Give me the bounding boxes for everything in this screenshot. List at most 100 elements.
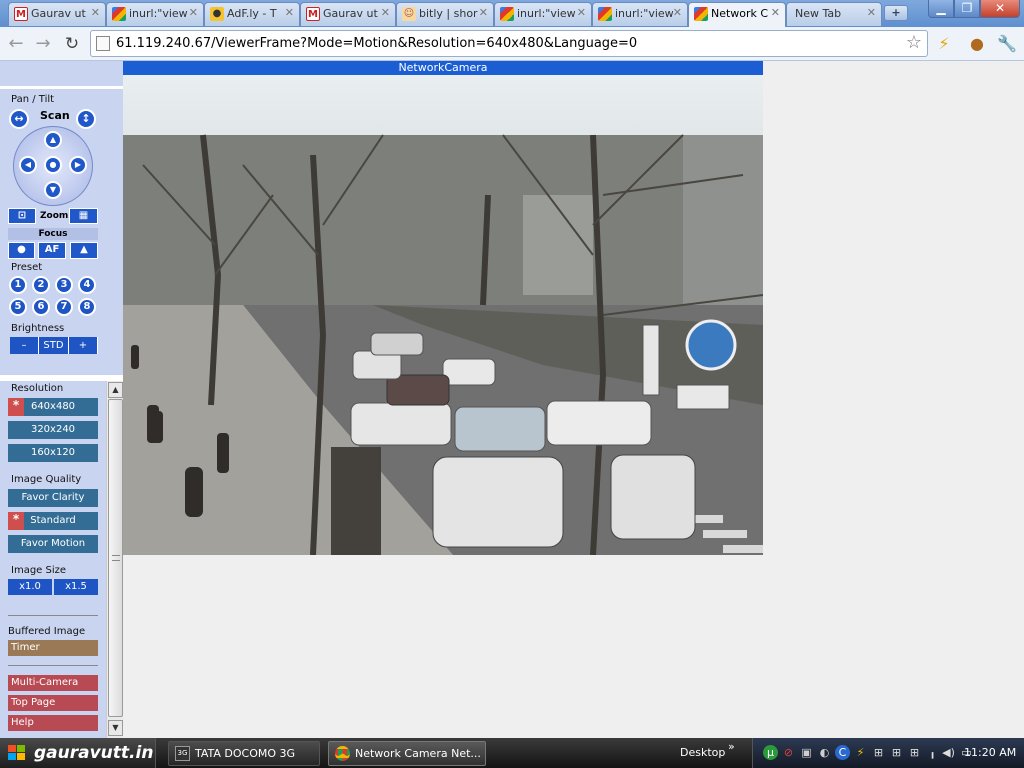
preset-button-6[interactable]: 6 <box>32 298 50 316</box>
reload-icon[interactable]: ↻ <box>61 33 83 55</box>
divider-line <box>8 665 98 666</box>
pan-right-button[interactable]: ▶ <box>69 156 87 174</box>
vertical-scan-icon[interactable]: ↕ <box>76 109 96 129</box>
focus-near-person-icon[interactable]: ● <box>8 242 35 259</box>
tab-close-icon[interactable]: ✕ <box>479 6 488 19</box>
brightness-standard-button[interactable]: STD <box>39 337 69 354</box>
preset-button-4[interactable]: 4 <box>78 276 96 294</box>
ccleaner-icon[interactable]: C <box>835 745 850 760</box>
standard-quality-button[interactable]: * Standard <box>8 512 98 530</box>
scroll-down-arrow-icon[interactable]: ▼ <box>108 720 123 736</box>
tab-close-icon[interactable]: ✕ <box>673 6 682 19</box>
image-size-1x-button[interactable]: x1.0 <box>8 579 52 595</box>
grip-icon <box>112 555 120 561</box>
lightning-extension-icon[interactable]: ⚡ <box>933 33 955 55</box>
home-position-button[interactable]: ● <box>44 156 62 174</box>
system-clock[interactable]: 11:20 AM <box>964 738 1016 768</box>
brightness-decrease-button[interactable]: – <box>10 337 39 354</box>
favor-motion-button[interactable]: Favor Motion <box>8 535 98 553</box>
brightness-increase-button[interactable]: + <box>69 337 98 354</box>
autofocus-button[interactable]: AF <box>38 242 66 259</box>
bookmark-star-icon[interactable]: ☆ <box>906 32 922 53</box>
taskbar-item-network-camera[interactable]: Network Camera Net... <box>328 741 486 766</box>
chevron-right-icon[interactable]: » <box>728 740 735 753</box>
wrench-menu-icon[interactable]: 🔧 <box>996 33 1018 55</box>
maximize-button[interactable]: ❐ <box>954 0 980 18</box>
help-link[interactable]: Help <box>8 715 98 731</box>
utorrent-icon[interactable]: μ <box>763 745 778 760</box>
horizontal-scan-icon[interactable]: ↔ <box>9 109 29 129</box>
panel-scrollbar[interactable]: ▲ ▼ <box>106 381 123 738</box>
preset-button-1[interactable]: 1 <box>9 276 27 294</box>
stop-tray-icon[interactable]: ⊘ <box>781 745 796 760</box>
zoom-tele-button[interactable]: ▦ <box>69 208 98 224</box>
back-arrow-icon[interactable]: ← <box>5 33 27 55</box>
shield-tray-icon[interactable]: ◐ <box>817 745 832 760</box>
tab-close-icon[interactable]: ✕ <box>189 6 198 19</box>
tab-close-icon[interactable]: ✕ <box>771 6 780 19</box>
windows-taskbar: gauravutt.in 3G TATA DOCOMO 3G Network C… <box>0 738 1024 768</box>
preset-button-3[interactable]: 3 <box>55 276 73 294</box>
scan-label: Scan <box>40 109 70 122</box>
desktop-toolbar-label[interactable]: Desktop <box>680 738 725 768</box>
tab-close-icon[interactable]: ✕ <box>577 6 586 19</box>
tab-gmail-1[interactable]: M Gaurav ut ✕ <box>8 2 106 26</box>
tab-new-tab[interactable]: New Tab ✕ <box>786 2 882 26</box>
scrollbar-thumb[interactable] <box>108 399 123 717</box>
app-tray-icon[interactable]: ▣ <box>799 745 814 760</box>
new-tab-button[interactable]: + <box>884 5 908 21</box>
zoom-wide-button[interactable]: ⊡ <box>8 208 36 224</box>
tilt-down-button[interactable]: ▼ <box>44 181 62 199</box>
google-icon <box>112 7 126 21</box>
tab-gmail-2[interactable]: M Gaurav ut ✕ <box>300 2 396 26</box>
divider-line <box>8 615 98 616</box>
tab-close-icon[interactable]: ✕ <box>285 6 294 19</box>
url-text[interactable]: 61.119.240.67/ViewerFrame?Mode=Motion&Re… <box>116 36 637 51</box>
tab-search-2[interactable]: inurl:"view ✕ <box>494 2 592 26</box>
timer-button[interactable]: Timer <box>8 640 98 656</box>
tab-search-3[interactable]: inurl:"view ✕ <box>592 2 688 26</box>
resolution-640-button[interactable]: * 640x480 <box>8 398 98 416</box>
network-icon[interactable]: ⊞ <box>871 745 886 760</box>
image-size-1-5x-button[interactable]: x1.5 <box>54 579 98 595</box>
lightning-tray-icon[interactable]: ⚡ <box>853 745 868 760</box>
taskbar-item-tata-docomo[interactable]: 3G TATA DOCOMO 3G <box>168 741 320 766</box>
gmail-icon: M <box>14 7 28 21</box>
preset-button-8[interactable]: 8 <box>78 298 96 316</box>
page-content: Pan / Tilt ↔ Scan ↕ ▲ ◀ ● ▶ ▼ ⊡ Zoom ▦ F… <box>0 61 1024 738</box>
tab-close-icon[interactable]: ✕ <box>381 6 390 19</box>
cookie-extension-icon[interactable]: ● <box>966 33 988 55</box>
address-bar[interactable]: 61.119.240.67/ViewerFrame?Mode=Motion&Re… <box>90 30 928 57</box>
camera-live-image[interactable] <box>123 75 763 555</box>
volume-icon[interactable]: ◀) <box>941 745 956 760</box>
tab-bitly[interactable]: ☺ bitly | shor ✕ <box>396 2 494 26</box>
wireless-icon[interactable]: ╻ <box>925 745 940 760</box>
taskbar-item-label: Network Camera Net... <box>355 747 481 760</box>
tab-adfly[interactable]: ● AdF.ly - T ✕ <box>204 2 300 26</box>
resolution-160-button[interactable]: 160x120 <box>8 444 98 462</box>
scroll-up-arrow-icon[interactable]: ▲ <box>108 382 123 398</box>
minimize-button[interactable]: ▁ <box>928 0 954 18</box>
tilt-up-button[interactable]: ▲ <box>44 131 62 149</box>
tab-title: AdF.ly - T <box>227 7 277 20</box>
network-icon-2[interactable]: ⊞ <box>889 745 904 760</box>
favor-clarity-button[interactable]: Favor Clarity <box>8 489 98 507</box>
tab-close-icon[interactable]: ✕ <box>91 6 100 19</box>
tab-close-icon[interactable]: ✕ <box>867 6 876 19</box>
resolution-320-button[interactable]: 320x240 <box>8 421 98 439</box>
focus-far-mountain-icon[interactable]: ▲ <box>70 242 98 259</box>
preset-button-5[interactable]: 5 <box>9 298 27 316</box>
network-icon-3[interactable]: ⊞ <box>907 745 922 760</box>
pan-tilt-label: Pan / Tilt <box>11 94 55 105</box>
tab-network-camera[interactable]: Network C ✕ <box>688 2 786 27</box>
start-button[interactable]: gauravutt.in <box>0 738 156 768</box>
top-page-link[interactable]: Top Page <box>8 695 98 711</box>
close-window-button[interactable]: ✕ <box>980 0 1020 18</box>
street-scene-image <box>123 75 763 555</box>
multi-camera-link[interactable]: Multi-Camera <box>8 675 98 691</box>
preset-button-7[interactable]: 7 <box>55 298 73 316</box>
forward-arrow-icon[interactable]: → <box>32 33 54 55</box>
preset-button-2[interactable]: 2 <box>32 276 50 294</box>
tab-search-1[interactable]: inurl:"view ✕ <box>106 2 204 26</box>
pan-left-button[interactable]: ◀ <box>19 156 37 174</box>
